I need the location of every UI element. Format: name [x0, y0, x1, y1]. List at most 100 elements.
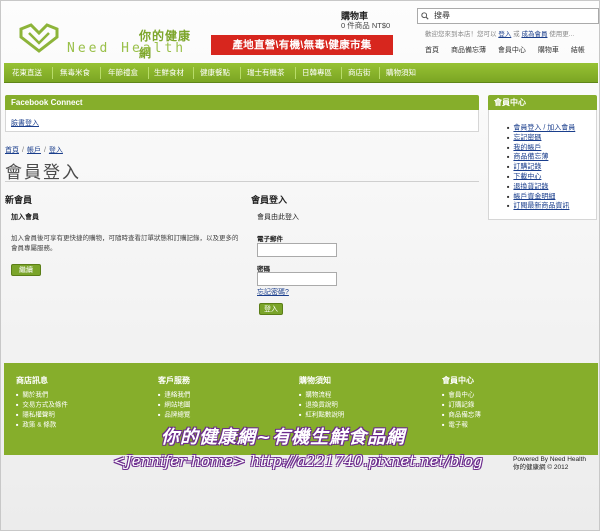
forgot-password-link[interactable]: 忘記密碼? — [257, 287, 289, 297]
top-links: 首頁 商品備忘薄 會員中心 購物車 結帳 — [425, 45, 595, 55]
breadcrumb-home[interactable]: 首頁 — [5, 147, 19, 154]
nav-divider — [341, 67, 342, 79]
welcome-mid: 或 — [513, 31, 520, 38]
email-label: 電子郵件 — [257, 236, 283, 243]
footer-link[interactable]: 品牌總覽 — [158, 410, 190, 420]
list-item[interactable]: 訂閱最新商品資訊 — [507, 201, 575, 211]
footer-link[interactable]: 購物流程 — [299, 390, 344, 400]
top-link-cart[interactable]: 購物車 — [538, 47, 559, 54]
footer-heading: 會員中心 — [442, 376, 474, 385]
footer-column-store-info: 商店訊息 關於我們 交易方式及條件 隱私權聲明 政策 & 條款 — [16, 375, 68, 430]
search-icon[interactable] — [421, 12, 429, 20]
welcome-suffix: 使用更... — [549, 31, 575, 38]
facebook-connect-panel — [5, 110, 479, 132]
nav-divider — [52, 67, 53, 79]
footer-link[interactable]: 網站地圖 — [158, 400, 190, 410]
new-member-description: 加入會員後可享有更快捷的購物，可隨時查看訂單狀態和訂購記錄，以及更多的會員專屬服… — [11, 235, 239, 252]
footer-link[interactable]: 交易方式及條件 — [16, 400, 68, 410]
promo-banner[interactable]: 產地直營\有機\無毒\健康市集 — [211, 35, 393, 55]
list-item[interactable]: 我的帳戶 — [507, 143, 575, 153]
welcome-login-link[interactable]: 登入 — [498, 31, 511, 38]
welcome-register-link[interactable]: 成為會員 — [521, 31, 547, 38]
search-input[interactable]: 搜尋 — [417, 8, 599, 24]
page-title: 會員登入 — [5, 163, 81, 182]
member-center-list: 會員登入 / 加入會員 忘記密碼 我的帳戶 商品備忘薄 訂購記錄 下載中心 退換… — [507, 123, 575, 211]
top-link-home[interactable]: 首頁 — [425, 47, 439, 54]
logo-english-text: Need Health — [67, 41, 187, 56]
new-member-subheading: 加入會員 — [11, 214, 39, 221]
site-logo[interactable]: 你的健康網 Need Health — [17, 21, 197, 60]
footer-link[interactable]: 商品備忘薄 — [442, 410, 481, 420]
nav-item-swiss-tea[interactable]: 瑞士有機茶 — [247, 63, 285, 83]
footer-link[interactable]: 紅利點數說明 — [299, 410, 344, 420]
footer-link[interactable]: 訂購記錄 — [442, 400, 481, 410]
member-link-funds[interactable]: 帳戶資金明細 — [513, 193, 555, 200]
nav-item-meals[interactable]: 健康餐點 — [200, 63, 230, 83]
top-link-checkout[interactable]: 結帳 — [571, 47, 585, 54]
main-nav: 花東直送 無毒米食 年節禮盒 生鮮食材 健康餐點 瑞士有機茶 日韓專區 商店街 … — [4, 63, 598, 83]
continue-button[interactable]: 繼續 — [11, 264, 41, 276]
nav-item-japan-korea[interactable]: 日韓專區 — [302, 63, 332, 83]
list-item[interactable]: 下載中心 — [507, 172, 575, 182]
breadcrumb-login[interactable]: 登入 — [49, 147, 63, 154]
new-member-heading: 新會員 — [5, 195, 33, 205]
login-button[interactable]: 登入 — [259, 303, 283, 315]
member-link-login-register[interactable]: 會員登入 / 加入會員 — [513, 125, 575, 132]
footer-link[interactable]: 電子報 — [442, 420, 481, 430]
footer-column-member-center: 會員中心 會員中心 訂購記錄 商品備忘薄 電子報 — [442, 375, 481, 430]
footer-link[interactable]: 連絡我們 — [158, 390, 190, 400]
page-frame: 你的健康網 Need Health 產地直營\有機\無毒\健康市集 購物車 0 … — [0, 0, 600, 531]
list-item[interactable]: 退換貨記錄 — [507, 182, 575, 192]
title-divider — [5, 181, 479, 182]
nav-divider — [240, 67, 241, 79]
email-field[interactable] — [257, 243, 337, 257]
member-link-orders[interactable]: 訂購記錄 — [513, 164, 541, 171]
nav-item-rice[interactable]: 無毒米食 — [60, 63, 90, 83]
footer-link[interactable]: 政策 & 條款 — [16, 420, 68, 430]
list-item[interactable]: 訂購記錄 — [507, 162, 575, 172]
member-link-my-account[interactable]: 我的帳戶 — [513, 144, 541, 151]
facebook-login-link[interactable]: 臉書登入 — [11, 118, 39, 128]
cart-summary: 0 件商品 NT$0 — [341, 21, 391, 30]
powered-by-text[interactable]: Powered By Need Health — [513, 456, 586, 464]
footer-heading: 商店訊息 — [16, 376, 48, 385]
nav-item-shopping-info[interactable]: 購物須知 — [386, 63, 416, 83]
list-item[interactable]: 帳戶資金明細 — [507, 192, 575, 202]
list-item[interactable]: 忘記密碼 — [507, 133, 575, 143]
nav-item-mall[interactable]: 商店街 — [348, 63, 371, 83]
top-link-member-center[interactable]: 會員中心 — [498, 47, 526, 54]
list-item[interactable]: 會員登入 / 加入會員 — [507, 123, 575, 133]
footer-link[interactable]: 關於我們 — [16, 390, 68, 400]
breadcrumb: 首頁 / 帳戶 / 登入 — [5, 147, 63, 154]
footer-link[interactable]: 退換貨說明 — [299, 400, 344, 410]
member-link-returns[interactable]: 退換貨記錄 — [513, 183, 548, 190]
welcome-message: 歡迎您來到本店！您可以 登入 或 成為會員 使用更... — [425, 28, 574, 38]
breadcrumb-account[interactable]: 帳戶 — [27, 147, 41, 154]
nav-item-hualien[interactable]: 花東直送 — [12, 63, 42, 83]
facebook-connect-header: Facebook Connect — [5, 95, 479, 110]
member-center-header: 會員中心 — [488, 95, 597, 110]
powered-by: Powered By Need Health 你的健康網 © 2012 — [513, 456, 586, 472]
copyright-text: 你的健康網 © 2012 — [513, 464, 569, 471]
list-item[interactable]: 商品備忘薄 — [507, 152, 575, 162]
password-field[interactable] — [257, 272, 337, 286]
footer-column-customer-service: 客戶服務 連絡我們 網站地圖 品牌總覽 — [158, 375, 190, 420]
footer-heading: 購物須知 — [299, 376, 331, 385]
footer-link[interactable]: 隱私權聲明 — [16, 410, 68, 420]
nav-item-gift-box[interactable]: 年節禮盒 — [108, 63, 138, 83]
nav-divider — [379, 67, 380, 79]
nav-divider — [148, 67, 149, 79]
nav-divider — [295, 67, 296, 79]
nav-divider — [100, 67, 101, 79]
login-heading: 會員登入 — [251, 195, 288, 205]
footer-column-shopping-info: 購物須知 購物流程 退換貨說明 紅利點數說明 — [299, 375, 344, 420]
nav-item-fresh-food[interactable]: 生鮮食材 — [154, 63, 184, 83]
top-link-wishlist[interactable]: 商品備忘薄 — [451, 47, 486, 54]
member-link-wishlist[interactable]: 商品備忘薄 — [513, 154, 548, 161]
footer-heading: 客戶服務 — [158, 376, 190, 385]
member-link-newsletter[interactable]: 訂閱最新商品資訊 — [513, 203, 569, 210]
member-link-downloads[interactable]: 下載中心 — [513, 173, 541, 180]
watermark-title: 你的健康網~有機生鮮食品網 — [161, 427, 406, 448]
footer-link[interactable]: 會員中心 — [442, 390, 481, 400]
member-link-forgot-password[interactable]: 忘記密碼 — [513, 134, 541, 141]
